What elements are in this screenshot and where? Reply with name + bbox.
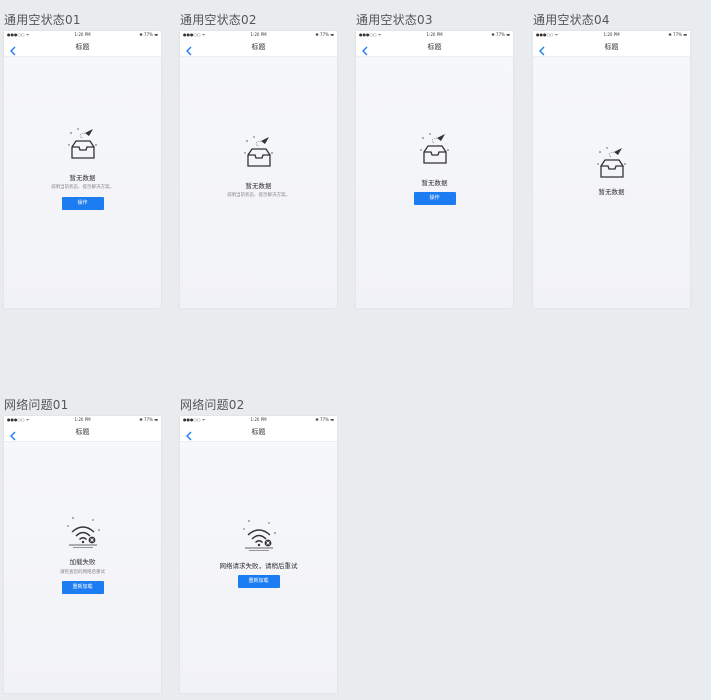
empty-inbox-icon [243, 136, 273, 167]
empty-state-01-card: 通用空状态01 ●●●○○ ᯤ 1:20 PM ✱ 77% ▬ 标题 暂无数据 … [4, 13, 161, 308]
card-label: 通用空状态02 [180, 13, 257, 27]
nav-title: 标题 [251, 428, 266, 436]
nav-title: 标题 [75, 428, 90, 436]
status-time: 1:20 PM [74, 417, 91, 422]
nav-bar: 标题 [356, 38, 513, 57]
status-bar: ●●●○○ ᯤ 1:20 PM ✱ 77% ▬ [180, 31, 337, 38]
nav-bar: 标题 [4, 38, 161, 57]
network-error-01-card: 网络问题01 ●●●○○ ᯤ 1:20 PM ✱ 77% ▬ 标题 加载失败 请… [4, 398, 161, 693]
wifi-error-icon [242, 520, 276, 551]
empty-message: 暂无数据 [598, 188, 625, 196]
empty-inbox-icon [67, 128, 97, 159]
status-time: 1:20 PM [74, 32, 91, 37]
nav-title: 标题 [427, 43, 442, 51]
status-time: 1:20 PM [250, 417, 267, 422]
action-button[interactable]: 操作 [61, 197, 104, 210]
card-label: 网络问题01 [4, 398, 69, 412]
reload-button[interactable]: 重新加载 [237, 575, 280, 588]
battery-indicator: ✱ 77% ▬ [491, 32, 510, 37]
nav-title: 标题 [75, 43, 90, 51]
reload-button[interactable]: 重新加载 [61, 581, 104, 594]
status-bar: ●●●○○ ᯤ 1:20 PM ✱ 77% ▬ [4, 31, 161, 38]
nav-bar: 标题 [180, 38, 337, 57]
phone-frame: ●●●○○ ᯤ 1:20 PM ✱ 77% ▬ 标题 加载失败 请检查您的网络后… [4, 416, 161, 693]
nav-title: 标题 [604, 43, 619, 51]
error-message: 网络请求失败，请稍后重试 [219, 562, 298, 570]
battery-indicator: ✱ 77% ▬ [139, 32, 158, 37]
error-description: 请检查您的网络后重试 [60, 570, 105, 575]
action-button[interactable]: 操作 [413, 192, 456, 205]
nav-bar: 标题 [180, 423, 337, 442]
status-bar: ●●●○○ ᯤ 1:20 PM ✱ 77% ▬ [356, 31, 513, 38]
empty-message: 暂无数据 [245, 182, 272, 190]
status-time: 1:20 PM [426, 32, 443, 37]
battery-indicator: ✱ 77% ▬ [315, 32, 334, 37]
phone-frame: ●●●○○ ᯤ 1:20 PM ✱ 77% ▬ 标题 暂无数据 说明当前状态、提… [180, 31, 337, 308]
phone-frame: ●●●○○ ᯤ 1:20 PM ✱ 77% ▬ 标题 网络请求失败，请稍后重试 … [180, 416, 337, 693]
empty-state-03-card: 通用空状态03 ●●●○○ ᯤ 1:20 PM ✱ 77% ▬ 标题 暂无数据 … [356, 13, 513, 308]
empty-state-02-card: 通用空状态02 ●●●○○ ᯤ 1:20 PM ✱ 77% ▬ 标题 暂无数据 … [180, 13, 337, 308]
status-bar: ●●●○○ ᯤ 1:20 PM ✱ 77% ▬ [533, 31, 690, 38]
empty-inbox-icon [419, 133, 449, 164]
nav-bar: 标题 [4, 423, 161, 442]
empty-description: 说明当前状态、提示解决方案。 [51, 185, 114, 190]
empty-inbox-icon [596, 147, 626, 178]
error-message: 加载失败 [69, 558, 96, 566]
card-label: 通用空状态04 [533, 13, 610, 27]
wifi-error-icon [66, 517, 100, 548]
battery-indicator: ✱ 77% ▬ [668, 32, 687, 37]
battery-indicator: ✱ 77% ▬ [315, 417, 334, 422]
phone-frame: ●●●○○ ᯤ 1:20 PM ✱ 77% ▬ 标题 暂无数据 操作 [356, 31, 513, 308]
empty-state-04-card: 通用空状态04 ●●●○○ ᯤ 1:20 PM ✱ 77% ▬ 标题 暂无数据 [533, 13, 690, 308]
status-time: 1:20 PM [250, 32, 267, 37]
nav-bar: 标题 [533, 38, 690, 57]
battery-indicator: ✱ 77% ▬ [139, 417, 158, 422]
phone-frame: ●●●○○ ᯤ 1:20 PM ✱ 77% ▬ 标题 暂无数据 [533, 31, 690, 308]
empty-message: 暂无数据 [69, 174, 96, 182]
network-error-02-card: 网络问题02 ●●●○○ ᯤ 1:20 PM ✱ 77% ▬ 标题 网络请求失败 [180, 398, 337, 693]
card-label: 网络问题02 [180, 398, 245, 412]
phone-frame: ●●●○○ ᯤ 1:20 PM ✱ 77% ▬ 标题 暂无数据 说明当前状态、提… [4, 31, 161, 308]
card-label: 通用空状态03 [356, 13, 433, 27]
status-bar: ●●●○○ ᯤ 1:20 PM ✱ 77% ▬ [180, 416, 337, 423]
status-bar: ●●●○○ ᯤ 1:20 PM ✱ 77% ▬ [4, 416, 161, 423]
status-time: 1:20 PM [603, 32, 620, 37]
nav-title: 标题 [251, 43, 266, 51]
card-label: 通用空状态01 [4, 13, 81, 27]
empty-description: 说明当前状态、提示解决方案。 [227, 193, 290, 198]
empty-message: 暂无数据 [421, 179, 448, 187]
